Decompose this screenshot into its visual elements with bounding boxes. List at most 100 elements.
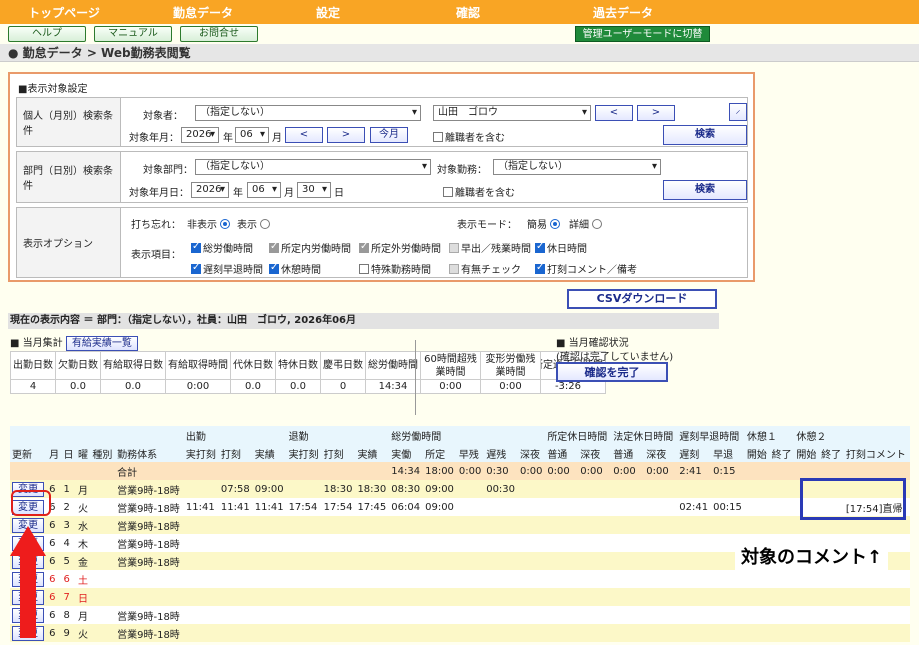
weekday-cell: 金 [75,552,91,570]
opt-stamp-comment[interactable]: 打刻コメント／備考 [535,261,637,276]
divider [415,340,416,415]
opt-total-work[interactable]: 総労働時間 [191,240,253,255]
dept-select[interactable]: （指定しない） [195,159,431,175]
column-header: 普通 [611,444,645,462]
opt-holiday-time[interactable]: 休日時間 [535,240,587,255]
retired-checkbox-personal[interactable]: 離職者を含む [433,129,505,144]
retired-checkbox-dept[interactable]: 離職者を含む [443,184,515,199]
mode-simple-radio[interactable]: 簡易 [527,216,561,231]
nav-past-data[interactable]: 過去データ [558,4,688,21]
personal-header: 個人（月別）検索条件 [17,98,121,146]
type-cell [90,552,116,570]
summary-value: 4 [10,379,56,394]
column-header: 開始 [744,444,770,462]
time-cell [355,534,390,552]
time-cell [545,624,579,642]
summary-header: 60時間超残業時間 [420,351,481,380]
dept-search-button[interactable]: 検索 [663,180,747,200]
time-cell [611,552,645,570]
break-cell [744,516,770,534]
highlight-comment-box [800,478,906,520]
personal-search-button[interactable]: 検索 [663,125,747,145]
time-cell [611,606,645,624]
time-cell [321,588,356,606]
display-options-section: 表示オプション 打ち忘れ： 非表示 表示 表示モード： 簡易 詳細 表示項目： … [16,207,748,278]
time-cell [286,534,322,552]
time-cell [286,552,322,570]
group-header [843,426,910,444]
work-select[interactable]: （指定しない） [493,159,661,175]
column-header: 種別 [90,444,116,462]
this-month-button[interactable]: 今月 [370,127,408,143]
paid-leave-link[interactable]: 有給実績一覧 [65,336,138,351]
options-header: 表示オプション [17,208,121,277]
schedule-cell: 営業9時-18時 [115,516,184,534]
dept-search-section: 部門（日別）検索条件 対象部門： （指定しない） 対象勤務： （指定しない） 対… [16,151,748,203]
next-person-button[interactable]: > [637,105,675,121]
red-arrow-icon [10,526,46,638]
month-cell: 6 [47,516,62,534]
missed-show-radio[interactable]: 表示 [237,216,271,231]
break-cell [744,498,770,516]
csv-download-button[interactable]: CSVダウンロード [567,289,717,309]
break-cell [794,588,820,606]
attendance-table: 出勤 退勤 総労働時間 所定休日時間 法定休日時間 遅刻早退時間 休憩１ 休憩２ 更新月日曜種別… [10,426,910,642]
time-cell [578,516,612,534]
weekday-cell: 火 [75,498,91,516]
opt-presence-check[interactable]: 有無チェック [449,261,521,276]
table-row: 変更 6 3 水営業9時-18時 [10,516,910,534]
time-cell [355,588,390,606]
missed-hide-radio[interactable]: 非表示 [187,216,231,231]
month-select[interactable]: 06 [235,127,269,143]
time-cell [677,606,712,624]
time-cell [545,480,579,498]
admin-mode-button[interactable]: 管理ユーザーモードに切替 [575,26,710,42]
opt-tardy[interactable]: 遅刻早退時間 [191,261,263,276]
next-month-button[interactable]: > [327,127,365,143]
year-input[interactable]: 2026 [181,127,219,143]
breadcrumb: ● 勤怠データ > Web勤務表閲覧 [0,44,919,62]
manual-button[interactable]: マニュアル [94,26,172,42]
prev-person-button[interactable]: < [595,105,633,121]
prev-month-button[interactable]: < [285,127,323,143]
opt-unscheduled-work[interactable]: 所定外労働時間 [359,240,441,255]
pin-icon[interactable]: ⸝ [729,103,747,121]
total-value: 18:00 [423,462,457,480]
confirm-complete-button[interactable]: 確認を完了 [556,362,668,382]
time-cell [218,606,253,624]
weekday-cell: 月 [75,480,91,498]
break-cell [769,588,795,606]
dept-day-select[interactable]: 30 [297,182,331,198]
dept-month-select[interactable]: 06 [247,182,281,198]
total-value: 2:41 [677,462,712,480]
work-label: 対象勤務： [437,165,487,176]
type-cell [90,606,116,624]
opt-overtime[interactable]: 早出／残業時間 [449,240,531,255]
top-nav: トップページ 勤怠データ 設定 確認 過去データ [0,0,919,24]
nav-settings[interactable]: 設定 [278,4,378,21]
total-cell [75,462,91,480]
summary-header: 特休日数 [275,351,321,380]
time-cell [321,570,356,588]
opt-scheduled-work[interactable]: 所定内労働時間 [269,240,351,255]
nav-top-page[interactable]: トップページ [0,4,128,21]
time-cell [423,516,457,534]
column-header: 実績 [355,444,390,462]
schedule-cell: 営業9時-18時 [115,624,184,642]
time-cell [456,498,485,516]
total-cell [47,462,62,480]
person-select[interactable]: 山田 ゴロウ [433,105,591,121]
dept-year-input[interactable]: 2026 [191,182,229,198]
nav-confirm[interactable]: 確認 [378,4,558,21]
time-cell [578,552,612,570]
nav-attendance[interactable]: 勤怠データ [128,4,278,21]
time-cell [611,588,645,606]
contact-button[interactable]: お問合せ [180,26,258,42]
opt-special-work[interactable]: 特殊勤務時間 [359,261,431,276]
time-cell [644,498,678,516]
time-cell [644,480,678,498]
help-button[interactable]: ヘルプ [8,26,86,42]
mode-detail-radio[interactable]: 詳細 [569,216,603,231]
target-select[interactable]: （指定しない） [195,105,421,121]
opt-break[interactable]: 休憩時間 [269,261,321,276]
